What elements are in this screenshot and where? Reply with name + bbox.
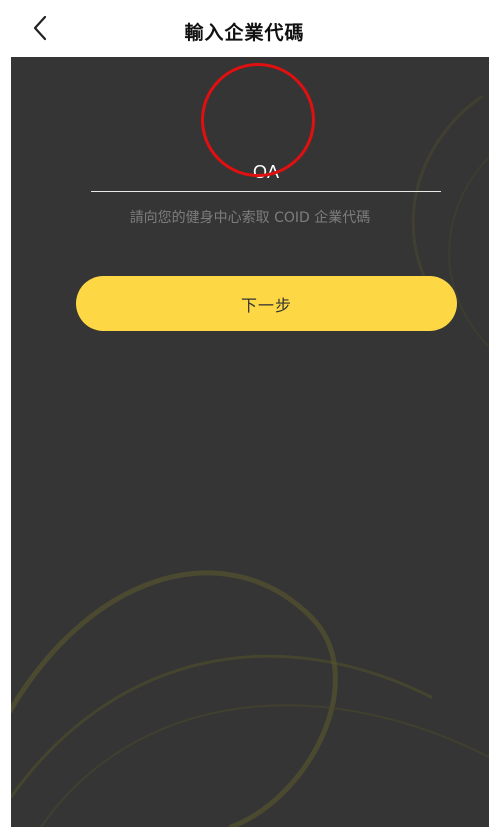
- company-code-hint: 請向您的健身中心索取 COID 企業代碼: [129, 210, 371, 226]
- next-button[interactable]: 下一步: [76, 276, 457, 331]
- company-code-input[interactable]: [91, 153, 441, 192]
- screen: 輸入企業代碼 請向您的健身中心索取 COID 企業代碼 下一步: [0, 0, 489, 827]
- content-area: 請向您的健身中心索取 COID 企業代碼 下一步: [11, 57, 489, 827]
